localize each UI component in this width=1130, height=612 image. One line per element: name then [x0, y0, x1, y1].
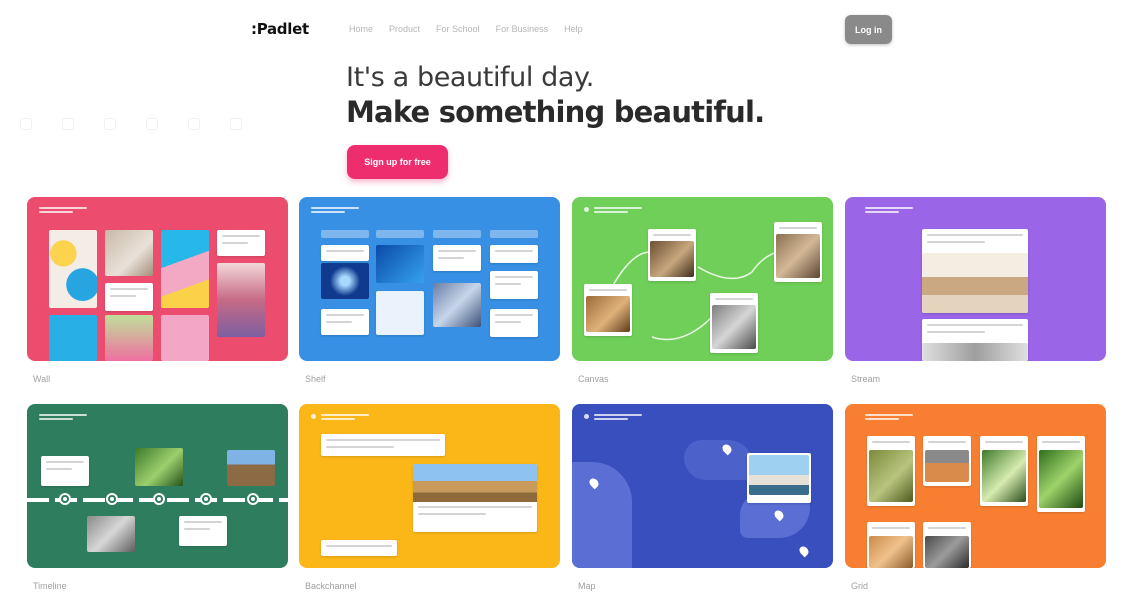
shelf-map-post: [376, 291, 424, 335]
shelf-post: [490, 309, 538, 337]
wall-image-3: [161, 230, 209, 308]
wall-template-card[interactable]: [27, 197, 288, 361]
grid-post: [923, 522, 971, 568]
grid-template-card[interactable]: [845, 404, 1106, 568]
canvas-post: [648, 229, 696, 281]
canvas-post: [774, 222, 822, 282]
grid-post: [923, 436, 971, 486]
card-header-placeholder: [321, 414, 369, 420]
card-header-placeholder: [311, 207, 359, 213]
card-header-placeholder: [865, 207, 913, 213]
hero-subtitle: It's a beautiful day.: [346, 62, 594, 93]
grid-post: [1037, 436, 1085, 512]
stream-post: [922, 319, 1028, 361]
grid-post: [867, 436, 915, 506]
card-label-shelf: Shelf: [305, 374, 326, 384]
wall-image-5: [49, 315, 97, 361]
map-landmass: [684, 440, 754, 480]
hero-title: Make something beautiful.: [346, 95, 765, 129]
wall-post: [217, 230, 265, 256]
top-nav: Home Product For School For Business Hel…: [349, 24, 583, 34]
shelf-post: [490, 245, 538, 263]
shelf-post: [433, 245, 481, 271]
card-label-grid: Grid: [851, 581, 869, 591]
timeline-template-card[interactable]: [27, 404, 288, 568]
shelf-image-phone: [433, 283, 481, 327]
timeline-image-1: [135, 448, 183, 486]
timeline-image-2: [227, 450, 275, 486]
nav-for-school-link[interactable]: For School: [436, 24, 480, 34]
map-landmass: [572, 462, 632, 568]
card-header-placeholder: [39, 414, 87, 420]
wall-image-6: [105, 315, 153, 361]
backchannel-message: [321, 540, 397, 556]
shelf-image-jellyfish: [321, 263, 369, 299]
card-label-backchannel: Backchannel: [305, 581, 357, 591]
card-label-wall: Wall: [33, 374, 51, 384]
wall-image-7: [161, 315, 209, 361]
card-label-timeline: Timeline: [33, 581, 67, 591]
wall-image-4: [217, 263, 265, 337]
timeline-post: [41, 456, 89, 486]
timeline-image-3: [87, 516, 135, 552]
canvas-post: [710, 293, 758, 353]
map-pin-icon: [797, 544, 811, 558]
shelf-template-card[interactable]: [299, 197, 560, 361]
card-label-stream: Stream: [851, 374, 881, 384]
card-header-placeholder: [39, 207, 87, 213]
backchannel-message: [413, 464, 537, 532]
wall-image-1: [49, 230, 97, 308]
shelf-image-ocean: [376, 245, 424, 283]
map-template-card[interactable]: [572, 404, 833, 568]
map-post: [747, 453, 811, 503]
padlet-logo[interactable]: :Padlet: [251, 20, 309, 38]
grid-post: [980, 436, 1028, 506]
wall-image-2: [105, 230, 153, 276]
shelf-post: [321, 309, 369, 335]
grid-post: [867, 522, 915, 568]
wall-post: [105, 283, 153, 311]
card-label-map: Map: [578, 581, 596, 591]
timeline-post: [179, 516, 227, 546]
stream-post: [922, 229, 1028, 313]
backchannel-template-card[interactable]: [299, 404, 560, 568]
shelf-post: [490, 271, 538, 299]
login-button[interactable]: Log in: [845, 15, 892, 44]
stream-template-card[interactable]: [845, 197, 1106, 361]
canvas-template-card[interactable]: [572, 197, 833, 361]
card-header-placeholder: [594, 414, 642, 420]
faint-decoration: [20, 118, 242, 130]
shelf-post: [321, 245, 369, 261]
canvas-post: [584, 284, 632, 336]
nav-for-business-link[interactable]: For Business: [496, 24, 549, 34]
nav-help-link[interactable]: Help: [564, 24, 583, 34]
nav-home-link[interactable]: Home: [349, 24, 373, 34]
nav-product-link[interactable]: Product: [389, 24, 420, 34]
card-header-placeholder: [865, 414, 913, 420]
card-label-canvas: Canvas: [578, 374, 609, 384]
backchannel-message: [321, 434, 445, 456]
signup-button[interactable]: Sign up for free: [347, 145, 448, 179]
